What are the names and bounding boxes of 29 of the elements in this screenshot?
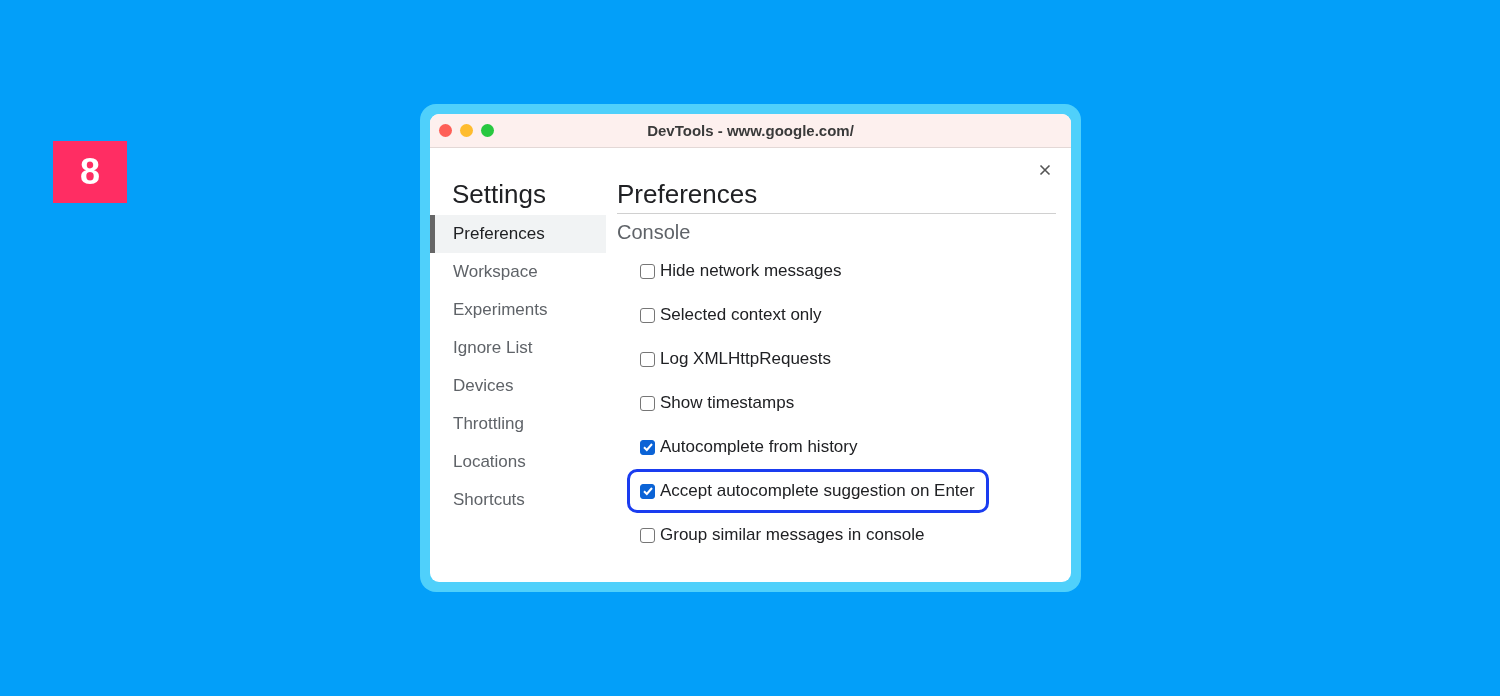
checkbox-label: Accept autocomplete suggestion on Enter bbox=[660, 481, 975, 501]
checkbox[interactable] bbox=[640, 439, 655, 455]
checkbox-label: Log XMLHttpRequests bbox=[660, 349, 832, 369]
checkbox[interactable] bbox=[640, 483, 655, 499]
checkbox[interactable] bbox=[640, 351, 655, 367]
close-button[interactable] bbox=[1038, 163, 1052, 177]
checkbox[interactable] bbox=[640, 263, 655, 279]
step-badge: 8 bbox=[53, 141, 127, 203]
window-title: DevTools - www.google.com/ bbox=[646, 122, 855, 139]
sidebar-item[interactable]: Locations bbox=[430, 443, 606, 481]
checkbox-label: Group similar messages in console bbox=[660, 525, 925, 545]
checkbox-label: Show timestamps bbox=[660, 393, 795, 413]
sidebar-item[interactable]: Throttling bbox=[430, 405, 606, 443]
sidebar-item[interactable]: Devices bbox=[430, 367, 606, 405]
sidebar-item[interactable]: Shortcuts bbox=[430, 481, 606, 519]
sidebar-item[interactable]: Ignore List bbox=[430, 329, 606, 367]
sidebar-item[interactable]: Preferences bbox=[430, 215, 606, 253]
sidebar-item[interactable]: Workspace bbox=[430, 253, 606, 291]
checkbox-label: Autocomplete from history bbox=[660, 437, 858, 457]
settings-heading: Settings bbox=[451, 178, 547, 211]
checkbox-label: Selected context only bbox=[660, 305, 822, 325]
checkbox[interactable] bbox=[640, 527, 655, 543]
checkbox[interactable] bbox=[640, 395, 655, 411]
checkbox-label: Hide network messages bbox=[660, 261, 842, 281]
section-heading: Console bbox=[617, 220, 692, 245]
checkbox[interactable] bbox=[640, 307, 655, 323]
sidebar-item[interactable]: Experiments bbox=[430, 291, 606, 329]
close-window-button[interactable] bbox=[439, 124, 452, 137]
page-heading: Preferences bbox=[617, 178, 759, 211]
